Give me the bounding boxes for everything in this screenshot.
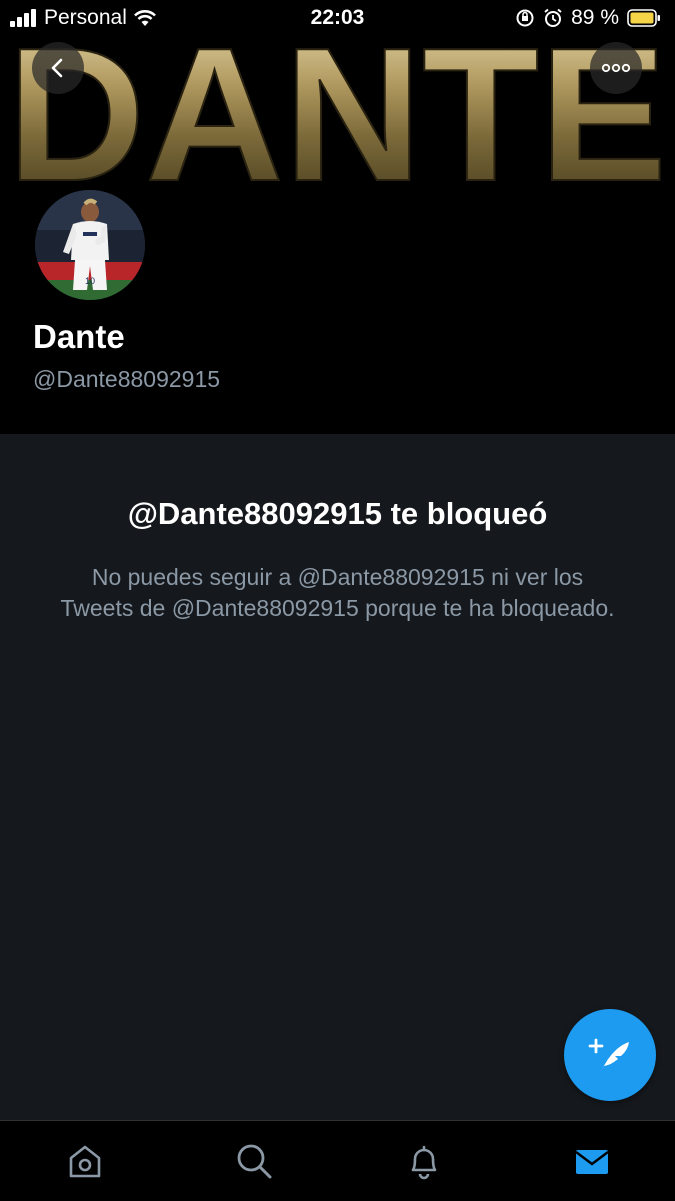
svg-text:10: 10 (85, 276, 95, 286)
clock: 22:03 (310, 6, 365, 29)
avatar-image: 10 (35, 190, 145, 300)
compose-tweet-button[interactable] (564, 1009, 656, 1101)
battery-icon (627, 9, 660, 27)
mail-icon (575, 1150, 609, 1174)
rotation-lock-icon (516, 9, 534, 27)
search-icon (237, 1144, 272, 1179)
profile-handle: @Dante88092915 (33, 366, 221, 392)
blocked-description: No puedes seguir a @Dante88092915 ni ver… (60, 564, 615, 621)
tab-search[interactable] (232, 1139, 276, 1183)
battery-percent: 89 % (571, 6, 619, 29)
profile-header: DANTE Personal 22:03 89 % 10 Dante @Dant… (0, 0, 675, 434)
more-horizontal-icon (601, 63, 631, 73)
wifi-icon (133, 10, 156, 26)
bottom-tab-bar (0, 1120, 675, 1201)
signal-icon (10, 9, 36, 27)
carrier-label: Personal (44, 6, 127, 29)
tab-home[interactable] (63, 1139, 107, 1183)
status-bar: Personal 22:03 89 % (0, 0, 675, 36)
home-icon (69, 1145, 101, 1178)
display-name: Dante (33, 318, 125, 355)
avatar[interactable]: 10 (33, 188, 147, 302)
more-options-button[interactable] (590, 42, 642, 94)
tab-notifications[interactable] (402, 1139, 446, 1183)
chevron-left-icon (51, 58, 63, 78)
banner-title: DANTE (7, 9, 667, 200)
bell-icon (411, 1145, 437, 1180)
back-button[interactable] (32, 42, 84, 94)
blocked-title: @Dante88092915 te bloqueó (127, 496, 548, 531)
compose-tweet-icon (588, 1038, 629, 1072)
tab-messages[interactable] (570, 1139, 614, 1183)
alarm-icon (544, 8, 562, 27)
